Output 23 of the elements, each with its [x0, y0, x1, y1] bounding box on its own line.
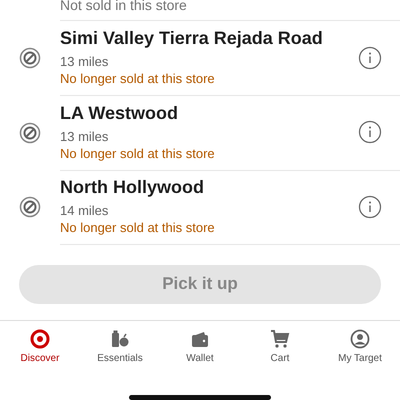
store-name: North Hollywood	[60, 177, 205, 198]
store-status: Not sold in this store	[60, 0, 400, 21]
info-icon[interactable]	[358, 120, 382, 144]
profile-icon	[350, 329, 370, 350]
wallet-icon	[190, 329, 210, 350]
bullseye-icon	[30, 329, 50, 350]
availability-status: No longer sold at this store	[60, 70, 216, 88]
tab[interactable]: Essentials	[80, 329, 160, 382]
store-distance: 14 miles	[60, 202, 110, 220]
cart-icon	[270, 329, 290, 350]
store-name: Simi Valley Tierra Rejada Road	[60, 28, 324, 50]
tab[interactable]: Wallet	[160, 329, 240, 382]
availability-status: No longer sold at this store	[60, 144, 216, 162]
availability-status: No longer sold at this store	[60, 219, 216, 236]
store-name: LA Westwood	[60, 102, 179, 124]
store-distance: 13 miles	[60, 128, 110, 145]
store-distance: 13 miles	[60, 53, 110, 70]
bottle-apple-icon	[110, 329, 130, 350]
info-icon[interactable]	[358, 194, 382, 219]
tab[interactable]: Cart	[240, 329, 320, 382]
info-icon[interactable]	[358, 46, 382, 70]
tab[interactable]: Discover	[0, 329, 80, 382]
tab[interactable]: My Target	[320, 329, 400, 382]
